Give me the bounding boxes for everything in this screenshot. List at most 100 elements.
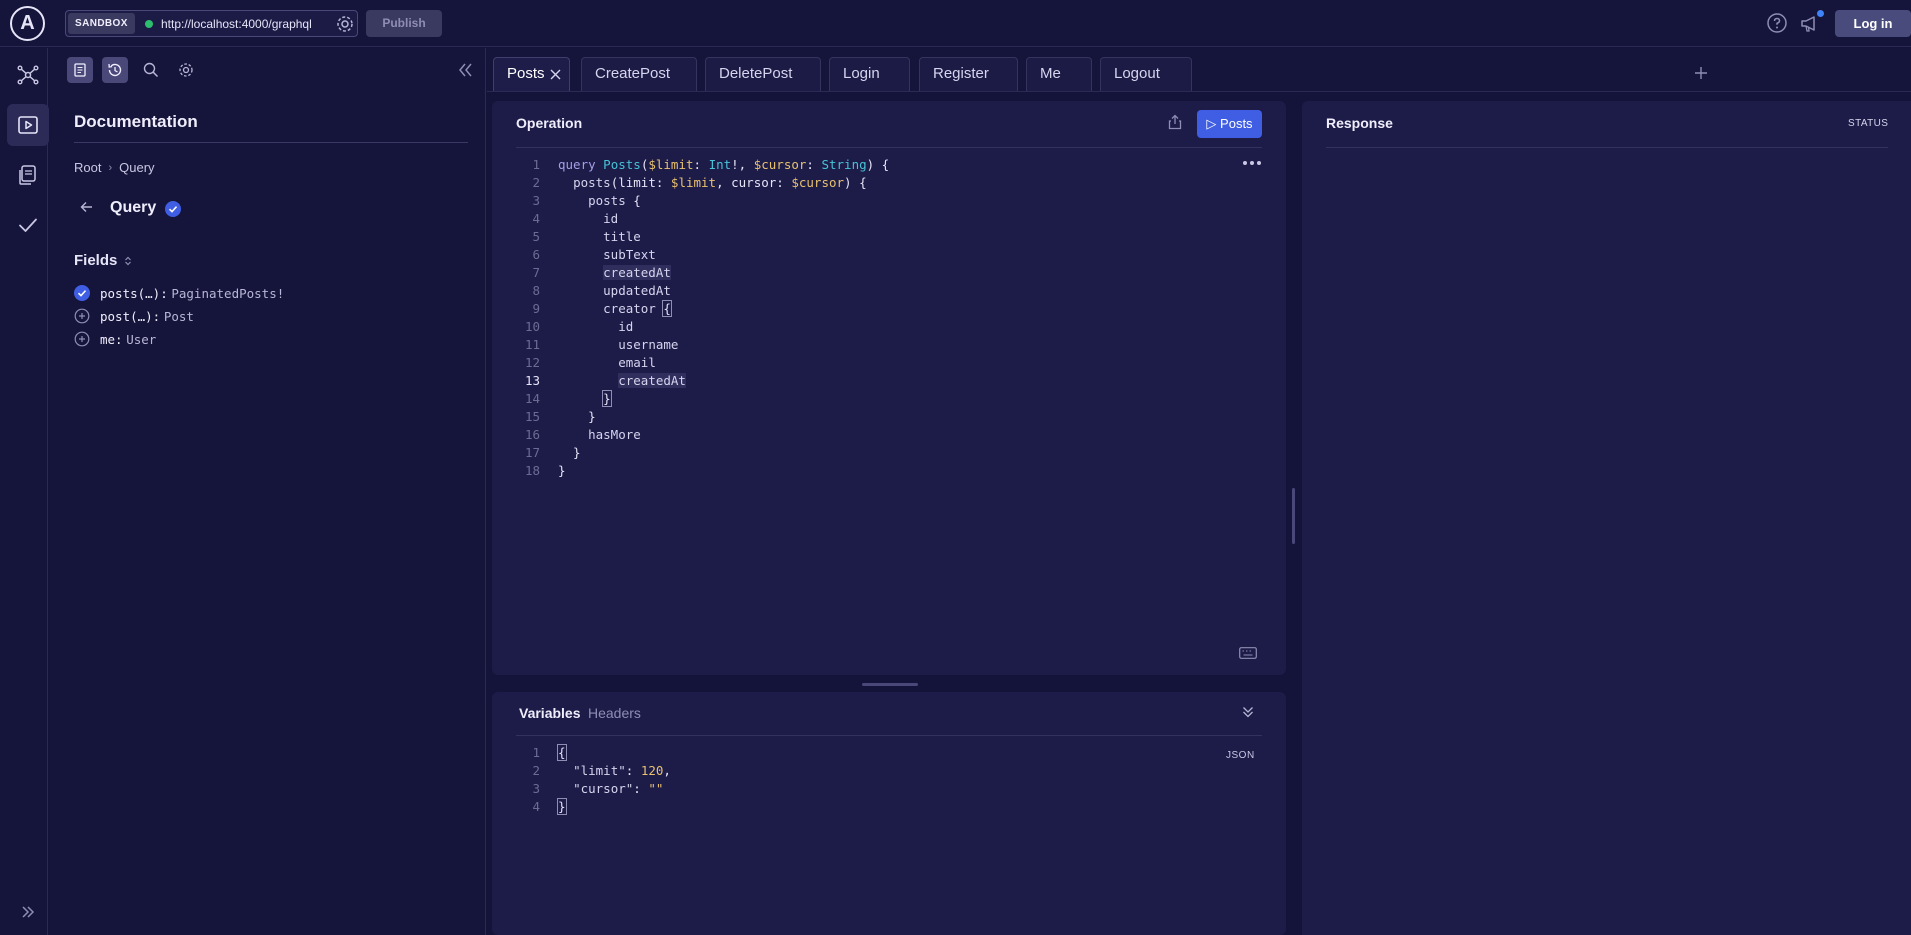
json-format-label: JSON <box>1226 750 1255 761</box>
schema-graph-icon[interactable] <box>7 54 49 96</box>
breadcrumb-query: Query <box>119 160 155 175</box>
run-operation-button[interactable]: ▷ Posts <box>1197 110 1262 138</box>
login-button[interactable]: Log in <box>1835 10 1911 37</box>
response-status-label: STATUS <box>1848 118 1889 129</box>
top-bar: A SANDBOX http://localhost:4000/graphql … <box>0 0 1911 47</box>
field-type[interactable]: Post <box>164 309 194 324</box>
search-icon[interactable] <box>138 57 164 83</box>
play-icon: ▷ <box>1206 116 1217 131</box>
fields-label: Fields <box>74 252 118 269</box>
tab-label: Posts <box>507 65 545 82</box>
code-line: 7 createdAt <box>532 265 671 280</box>
documentation-title: Documentation <box>74 112 198 131</box>
code-line: 4} <box>532 798 567 815</box>
publish-button[interactable]: Publish <box>366 10 442 37</box>
docs-tool-icon[interactable] <box>67 57 93 83</box>
code-line: 2 posts(limit: $limit, cursor: $cursor) … <box>532 175 867 190</box>
tab-logout[interactable]: Logout <box>1100 57 1192 91</box>
divider <box>516 147 1262 148</box>
code-line: 1 query Posts($limit: Int!, $cursor: Stri… <box>532 157 890 172</box>
response-title: Response <box>1326 115 1393 131</box>
operation-title: Operation <box>516 115 583 131</box>
divider <box>516 735 1262 736</box>
notification-dot <box>1817 10 1824 17</box>
code-line: 1{ <box>532 744 567 761</box>
divider <box>1326 147 1888 148</box>
operation-editor[interactable]: 1 query Posts($limit: Int!, $cursor: Stri… <box>508 156 889 480</box>
tab-register[interactable]: Register <box>919 57 1018 91</box>
add-tab-icon[interactable] <box>1692 64 1710 82</box>
chevron-right-icon: › <box>108 161 113 174</box>
field-row-posts[interactable]: posts(…): PaginatedPosts! <box>74 283 284 303</box>
field-type[interactable]: User <box>126 332 156 347</box>
expand-sidebar-icon[interactable] <box>7 891 49 933</box>
add-circle-icon[interactable] <box>74 331 90 347</box>
code-line: 4 id <box>532 211 619 226</box>
code-line: 18} <box>524 463 566 478</box>
fields-heading[interactable]: Fields <box>74 252 133 269</box>
tab-posts[interactable]: Posts <box>493 57 570 91</box>
keyboard-shortcuts-icon[interactable] <box>1239 647 1257 659</box>
code-line: 9 creator { <box>532 300 672 317</box>
left-rail <box>0 48 49 935</box>
endpoint-selector[interactable]: SANDBOX http://localhost:4000/graphql <box>65 10 358 37</box>
resize-handle-vertical[interactable] <box>1292 488 1295 544</box>
check-circle-icon[interactable] <box>74 285 90 301</box>
tab-deletepost[interactable]: DeletePost <box>705 57 821 91</box>
code-line: 17 } <box>524 445 581 460</box>
tab-headers[interactable]: Headers <box>588 705 641 721</box>
add-circle-icon[interactable] <box>74 308 90 324</box>
code-line: 13 createdAt <box>524 373 686 388</box>
run-button-label: Posts <box>1220 116 1253 131</box>
code-line: 3 "cursor": "" <box>532 781 664 796</box>
close-icon[interactable] <box>549 68 562 81</box>
field-name: post(…): <box>100 308 161 324</box>
more-options-icon[interactable] <box>1241 158 1263 168</box>
back-arrow-icon[interactable] <box>78 198 96 216</box>
tab-login[interactable]: Login <box>829 57 910 91</box>
sandbox-badge: SANDBOX <box>68 13 135 34</box>
divider <box>74 142 468 143</box>
variables-panel: Variables Headers JSON 1{ 2 "limit": 120… <box>492 692 1286 935</box>
breadcrumb: Root › Query <box>74 160 155 175</box>
documentation-panel: Documentation Root › Query Query Fields … <box>49 48 486 935</box>
code-line: 10 id <box>524 319 634 334</box>
code-line: 15 } <box>524 409 596 424</box>
code-line: 16 hasMore <box>524 427 641 442</box>
share-icon[interactable] <box>1166 113 1184 131</box>
gear-icon[interactable] <box>173 57 199 83</box>
type-name: Query <box>110 199 157 216</box>
field-row-me[interactable]: me: User <box>74 329 156 349</box>
field-name: me: <box>100 331 123 347</box>
apollo-logo[interactable]: A <box>10 6 45 41</box>
help-icon[interactable] <box>1766 12 1788 34</box>
code-line: 12 email <box>524 355 656 370</box>
pages-icon[interactable] <box>7 154 49 196</box>
endpoint-url[interactable]: http://localhost:4000/graphql <box>161 15 312 33</box>
breadcrumb-root[interactable]: Root <box>74 160 101 175</box>
chevron-down-icon[interactable] <box>1240 704 1256 720</box>
history-icon[interactable] <box>102 57 128 83</box>
operation-tabs: Posts CreatePost DeletePost Login Regist… <box>487 48 1911 92</box>
collapse-panel-icon[interactable] <box>453 58 477 82</box>
checks-icon[interactable] <box>7 204 49 246</box>
field-name: posts(…): <box>100 285 168 301</box>
tab-variables[interactable]: Variables <box>519 705 581 721</box>
code-line: 11 username <box>524 337 679 352</box>
code-line: 14 } <box>524 390 612 407</box>
field-type[interactable]: PaginatedPosts! <box>171 286 284 301</box>
response-panel: Response STATUS <box>1302 101 1911 935</box>
check-circle-icon <box>165 201 181 217</box>
tab-createpost[interactable]: CreatePost <box>581 57 697 91</box>
sort-icon[interactable] <box>123 255 133 267</box>
variables-editor[interactable]: 1{ 2 "limit": 120, 3 "cursor": "" 4} <box>508 744 671 816</box>
code-line: 3 posts { <box>532 193 641 208</box>
tab-me[interactable]: Me <box>1026 57 1092 91</box>
operation-panel: Operation ▷ Posts 1 query Posts($limit: I… <box>492 101 1286 675</box>
field-row-post[interactable]: post(…): Post <box>74 306 194 326</box>
gear-icon[interactable] <box>334 13 356 35</box>
resize-handle-horizontal[interactable] <box>862 683 918 686</box>
connection-status-dot <box>145 20 153 28</box>
code-line: 6 subText <box>532 247 656 262</box>
explorer-play-icon[interactable] <box>7 104 49 146</box>
